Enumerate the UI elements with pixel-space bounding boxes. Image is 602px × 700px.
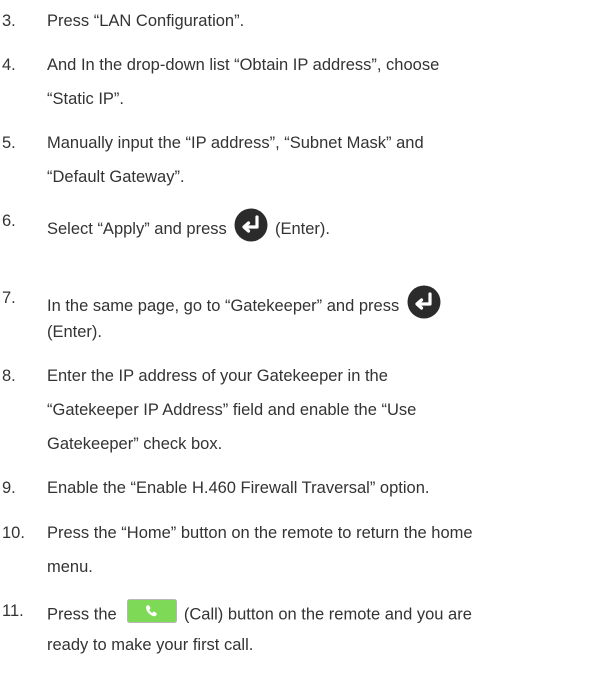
step-text-line-2: “Default Gateway”. bbox=[47, 168, 185, 186]
step-text-line-3: Gatekeeper” check box. bbox=[47, 435, 223, 453]
step-number: 8. bbox=[2, 367, 16, 385]
step-text-line-2: “Gatekeeper IP Address” field and enable… bbox=[47, 401, 417, 419]
step-text-after-icon: (Call) button on the remote and you are bbox=[183, 605, 472, 624]
step-text-line-1: And In the drop-down list “Obtain IP add… bbox=[47, 56, 440, 74]
step-text-line-2: menu. bbox=[47, 558, 93, 576]
step-number: 10. bbox=[2, 524, 25, 542]
step-number: 9. bbox=[2, 479, 16, 497]
step-number: 11. bbox=[2, 602, 24, 620]
step-number: 7. bbox=[2, 289, 16, 307]
step-text-line-1: In the same page, go to “Gatekeeper” and… bbox=[47, 285, 443, 324]
step-text-after-icon: (Enter). bbox=[274, 219, 330, 238]
step-text-before-icon: In the same page, go to “Gatekeeper” and… bbox=[47, 296, 400, 315]
step-text-line-2: “Static IP”. bbox=[47, 90, 125, 108]
step-text: Press “LAN Configuration”. bbox=[47, 12, 245, 30]
step-number: 5. bbox=[2, 134, 16, 152]
step-text: Select “Apply” and press (Enter). bbox=[47, 208, 330, 247]
step-text-line-2: (Enter). bbox=[47, 323, 103, 341]
step-number: 6. bbox=[2, 212, 16, 230]
step-text-line-1: Enter the IP address of your Gatekeeper … bbox=[47, 367, 388, 385]
step-text-line-1: Manually input the “IP address”, “Subnet… bbox=[47, 134, 424, 152]
step-text-before-icon: Press the bbox=[47, 605, 117, 624]
enter-key-icon bbox=[234, 208, 268, 247]
step-text-line-1: Press the “Home” button on the remote to… bbox=[47, 524, 473, 542]
instruction-page: 3. Press “LAN Configuration”. 4. And In … bbox=[0, 0, 602, 700]
step-text-line-1: Press the (Call) button on the remote an… bbox=[47, 599, 472, 628]
step-text: Enable the “Enable H.460 Firewall Traver… bbox=[47, 479, 430, 497]
call-button-icon bbox=[127, 599, 178, 628]
step-number: 3. bbox=[2, 12, 16, 30]
enter-key-icon bbox=[407, 285, 441, 324]
step-number: 4. bbox=[2, 56, 16, 74]
step-text-before-icon: Select “Apply” and press bbox=[47, 219, 227, 238]
step-text-line-2: ready to make your first call. bbox=[47, 636, 254, 654]
